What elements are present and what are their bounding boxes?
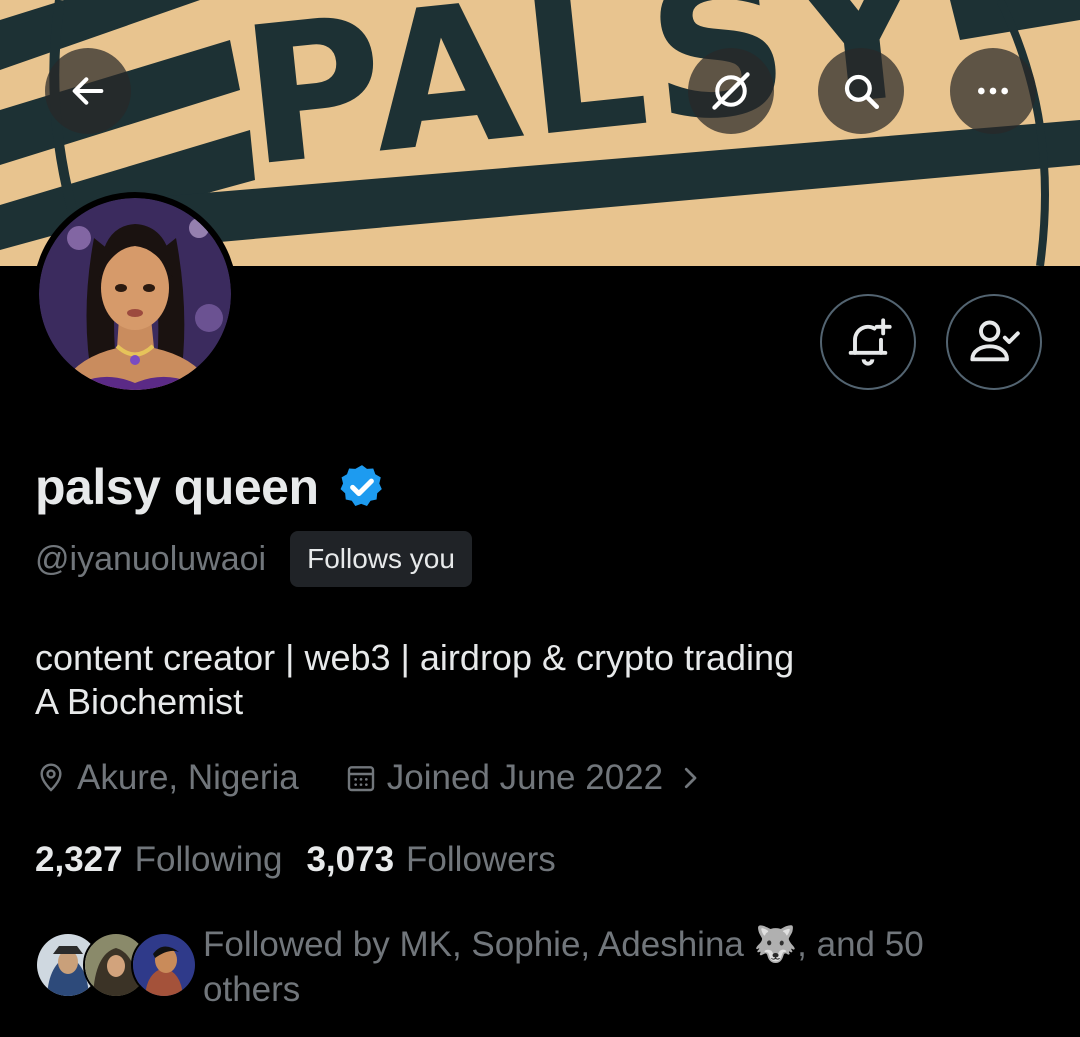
bio: content creator | web3 | airdrop & crypt… bbox=[35, 636, 794, 724]
follow-stats: 2,327 Following 3,073 Followers bbox=[35, 840, 580, 880]
arrow-left-icon bbox=[72, 77, 104, 105]
person-check-icon bbox=[970, 320, 1020, 362]
avatar bbox=[131, 932, 197, 998]
display-name: palsy queen bbox=[35, 459, 319, 515]
bio-line-2: A Biochemist bbox=[35, 681, 244, 722]
back-button[interactable] bbox=[45, 48, 131, 134]
join-date-text: Joined June 2022 bbox=[386, 758, 664, 797]
verified-badge-icon[interactable] bbox=[337, 462, 387, 512]
calendar-icon bbox=[347, 766, 374, 792]
followers-stat[interactable]: 3,073 Followers bbox=[306, 840, 555, 880]
handle-row: @iyanuoluwaoi Follows you bbox=[35, 531, 472, 587]
handle: @iyanuoluwaoi bbox=[35, 539, 267, 578]
follows-you-badge: Follows you bbox=[290, 531, 472, 587]
name-row: palsy queen bbox=[35, 458, 387, 516]
following-button[interactable] bbox=[946, 294, 1042, 390]
location-pin-icon bbox=[40, 763, 62, 792]
more-button[interactable] bbox=[950, 48, 1036, 134]
search-button[interactable] bbox=[818, 48, 904, 134]
join-date[interactable]: Joined June 2022 bbox=[345, 758, 705, 798]
followed-by-text: Followed by MK, Sophie, Adeshina 🐺, and … bbox=[203, 925, 924, 1009]
followed-by[interactable]: Followed by MK, Sophie, Adeshina 🐺, and … bbox=[35, 922, 983, 1012]
bell-plus-icon bbox=[848, 318, 892, 366]
following-label: Following bbox=[134, 840, 283, 879]
chevron-right-icon bbox=[684, 767, 697, 789]
notify-button[interactable] bbox=[820, 294, 916, 390]
followers-label: Followers bbox=[406, 840, 556, 879]
followers-count: 3,073 bbox=[306, 840, 395, 879]
avatar-image bbox=[39, 198, 231, 390]
location-text: Akure, Nigeria bbox=[77, 758, 299, 797]
grok-icon bbox=[712, 72, 750, 110]
bio-line-1: content creator | web3 | airdrop & crypt… bbox=[35, 637, 795, 678]
following-count: 2,327 bbox=[35, 840, 123, 879]
profile-avatar[interactable] bbox=[33, 192, 237, 396]
grok-button[interactable] bbox=[688, 48, 774, 134]
following-stat[interactable]: 2,327 Following bbox=[35, 840, 282, 880]
location: Akure, Nigeria bbox=[35, 758, 299, 798]
more-icon bbox=[978, 87, 1008, 95]
followers-you-know-avatars bbox=[35, 932, 197, 998]
search-icon bbox=[844, 74, 880, 110]
profile-meta: Akure, Nigeria Joined June 2022 bbox=[35, 758, 705, 798]
